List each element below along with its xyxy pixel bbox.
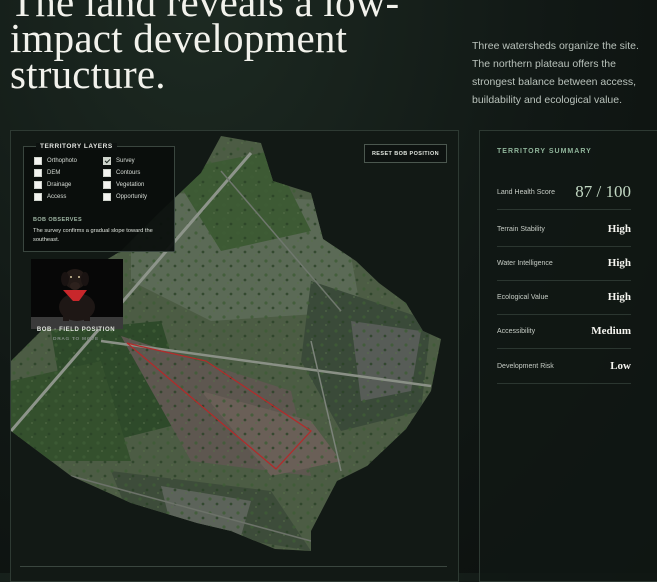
layers-panel-title: TERRITORY LAYERS	[36, 143, 117, 150]
intro-paragraph: Three watersheds organize the site. The …	[472, 40, 639, 106]
metric-value: Low	[610, 360, 631, 372]
territory-map-panel[interactable]: TERRITORY LAYERS Orthophoto Survey DEM C…	[10, 130, 459, 582]
summary-row-land-health-score: Land Health Score 87 / 100	[497, 175, 631, 210]
section-divider	[20, 566, 447, 567]
layer-toggle-contours[interactable]: Contours	[103, 169, 140, 177]
summary-row-ecological-value: Ecological Value High	[497, 280, 631, 315]
bob-dog-photo[interactable]	[31, 259, 123, 329]
land-health-score-value: 87 / 100	[575, 182, 631, 201]
reset-bob-position-button[interactable]: RESET BOB POSITION	[364, 144, 447, 163]
metric-label: Ecological Value	[497, 293, 549, 301]
metric-label: Development Risk	[497, 362, 554, 370]
metric-value: High	[607, 257, 631, 269]
checkbox-icon[interactable]	[34, 193, 42, 201]
metric-value: Medium	[591, 325, 631, 337]
bob-observes-text: The survey confirms a gradual slope towa…	[33, 228, 153, 243]
layer-label: Drainage	[47, 182, 72, 188]
checkbox-icon[interactable]	[103, 169, 111, 177]
metric-value: High	[607, 223, 631, 235]
layer-toggle-orthophoto[interactable]: Orthophoto	[34, 157, 77, 165]
drag-hint: DRAG TO MOVE	[53, 337, 99, 342]
layer-label: Survey	[116, 158, 135, 164]
metric-label: Terrain Stability	[497, 225, 545, 233]
layer-label: Orthophoto	[47, 158, 78, 164]
summary-title: TERRITORY SUMMARY	[497, 148, 592, 155]
layer-label: Opportunity	[116, 194, 148, 200]
bob-observes-title: BOB OBSERVES	[33, 217, 83, 223]
summary-row-water-intelligence: Water Intelligence High	[497, 246, 631, 281]
layer-toggle-vegetation[interactable]: Vegetation	[103, 181, 144, 189]
layer-label: Access	[47, 194, 67, 200]
metric-label: Land Health Score	[497, 188, 555, 196]
layer-toggle-dem[interactable]: DEM	[34, 169, 60, 177]
dog-icon	[31, 259, 123, 329]
layer-toggle-drainage[interactable]: Drainage	[34, 181, 71, 189]
layer-toggle-opportunity[interactable]: Opportunity	[103, 193, 147, 201]
territory-layers-panel: TERRITORY LAYERS Orthophoto Survey DEM C…	[23, 143, 175, 252]
checkbox-icon[interactable]	[34, 169, 42, 177]
summary-row-terrain-stability: Terrain Stability High	[497, 212, 631, 247]
metric-label: Accessibility	[497, 327, 536, 335]
checkbox-checked-icon[interactable]	[103, 157, 111, 165]
checkbox-icon[interactable]	[103, 193, 111, 201]
layer-label: Contours	[116, 170, 141, 176]
layer-toggle-survey[interactable]: Survey	[103, 157, 135, 165]
summary-row-accessibility: Accessibility Medium	[497, 314, 631, 349]
layer-label: DEM	[47, 170, 61, 176]
page-headline: The land reveals a low-impact developmen…	[10, 0, 400, 97]
checkbox-icon[interactable]	[34, 181, 42, 189]
checkbox-icon[interactable]	[103, 181, 111, 189]
checkbox-icon[interactable]	[34, 157, 42, 165]
layer-label: Vegetation	[116, 182, 145, 188]
territory-summary-panel: TERRITORY SUMMARY Land Health Score 87 /…	[479, 130, 657, 582]
metric-label: Water Intelligence	[497, 259, 553, 267]
bob-field-position-label: BOB · FIELD POSITION	[36, 327, 116, 333]
metric-value: High	[607, 291, 631, 303]
layer-toggle-access[interactable]: Access	[34, 193, 66, 201]
summary-row-development-risk: Development Risk Low	[497, 349, 631, 384]
